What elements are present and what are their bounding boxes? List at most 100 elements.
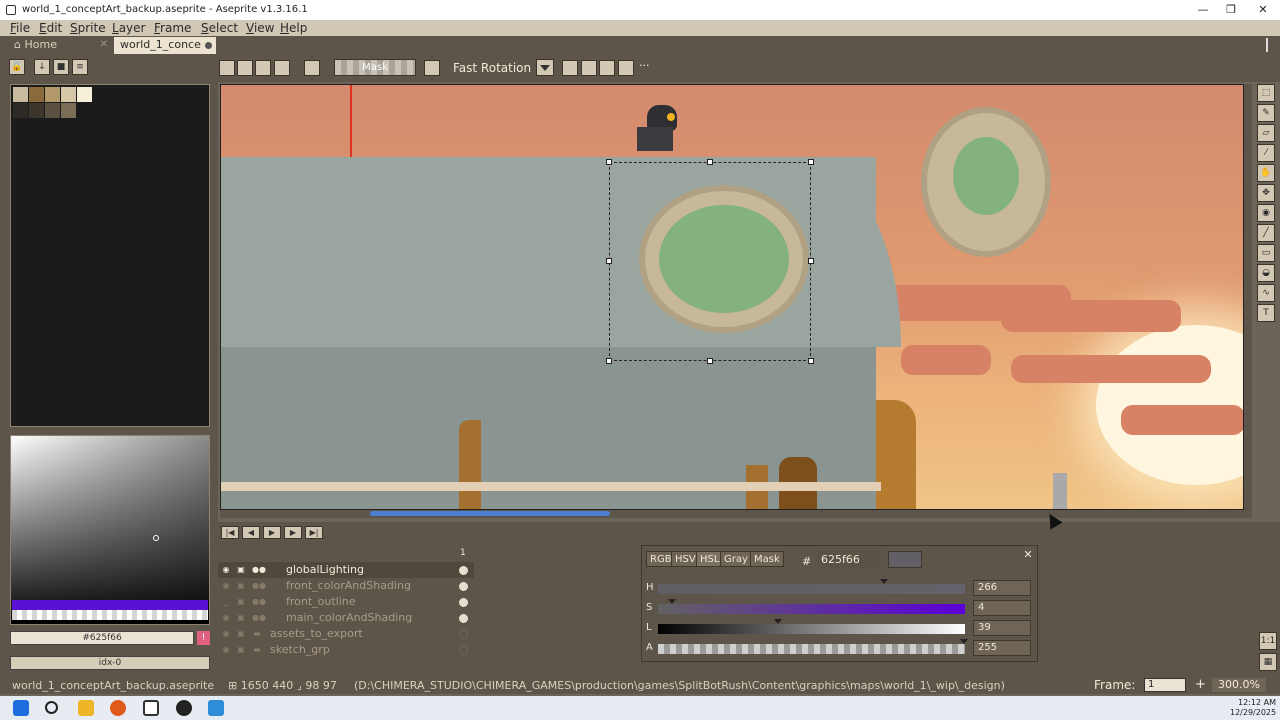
cel-dot[interactable] xyxy=(459,614,468,623)
cel-dot[interactable] xyxy=(459,566,468,575)
lock-icon[interactable]: ▣ xyxy=(236,581,246,591)
preview-icon[interactable]: ▦ xyxy=(1259,653,1277,671)
minimize-button[interactable]: — xyxy=(1188,2,1218,18)
menu-edit[interactable]: Edit xyxy=(39,21,62,35)
continuous-icon[interactable]: ●● xyxy=(252,565,266,575)
palette-swatch[interactable] xyxy=(45,103,60,118)
pencil-tool-icon[interactable]: ✎ xyxy=(1257,104,1275,122)
transform-handle[interactable] xyxy=(606,159,612,165)
lightness-value[interactable]: 39 xyxy=(973,620,1031,636)
menu-view[interactable]: View xyxy=(246,21,274,35)
rotation-dropdown[interactable] xyxy=(536,59,554,76)
layer-name[interactable]: front_colorAndShading xyxy=(286,579,411,592)
menu-help[interactable]: Help xyxy=(280,21,307,35)
layer-row[interactable]: ◉ ▣ ●● globalLighting xyxy=(218,562,474,578)
tab-home[interactable]: ⌂ Home ✕ xyxy=(8,37,112,54)
cel-empty[interactable] xyxy=(459,646,468,655)
selection-marquee[interactable] xyxy=(609,162,811,361)
davinci-icon[interactable] xyxy=(176,700,192,716)
lightness-slider[interactable] xyxy=(658,624,965,634)
alpha-value[interactable]: 255 xyxy=(973,640,1031,656)
line-tool-icon[interactable]: ╱ xyxy=(1257,224,1275,242)
slider-thumb[interactable] xyxy=(668,599,676,604)
hand-tool-icon[interactable]: ✋ xyxy=(1257,164,1275,182)
fill-tool-icon[interactable]: ◉ xyxy=(1257,204,1275,222)
move-tool-icon[interactable]: ✥ xyxy=(1257,184,1275,202)
photos-icon[interactable] xyxy=(208,700,224,716)
layer-name[interactable]: front_outline xyxy=(286,595,356,608)
close-icon[interactable]: ✕ xyxy=(1022,548,1034,561)
palette-menu-icon[interactable]: ≡ xyxy=(72,59,88,75)
firefox-icon[interactable] xyxy=(110,700,126,716)
pivot-icon[interactable] xyxy=(424,60,440,76)
tab-close-icon[interactable]: ✕ xyxy=(100,39,108,50)
cel-dot[interactable] xyxy=(459,582,468,591)
eye-icon[interactable]: ◉ xyxy=(221,645,231,655)
slider-thumb[interactable] xyxy=(960,639,968,644)
blur-tool-icon[interactable]: ∿ xyxy=(1257,284,1275,302)
text-tool-icon[interactable]: T xyxy=(1257,304,1275,322)
drop-icon[interactable] xyxy=(599,60,615,76)
transform-handle[interactable] xyxy=(808,258,814,264)
lock-icon[interactable]: ▣ xyxy=(236,565,246,575)
eye-icon[interactable]: ◉ xyxy=(221,565,231,575)
lock-icon[interactable]: ▣ xyxy=(236,629,246,639)
prev-frame-icon[interactable]: ◀ xyxy=(242,526,260,539)
layer-row[interactable]: ◉ ▣ ●● front_colorAndShading xyxy=(218,578,474,594)
select-subtract-icon[interactable] xyxy=(255,60,271,76)
lock-icon[interactable]: ▣ xyxy=(236,613,246,623)
palette-swatch[interactable] xyxy=(29,103,44,118)
alpha-slider[interactable] xyxy=(658,644,965,654)
hue-slider[interactable] xyxy=(658,584,965,594)
select-intersect-icon[interactable] xyxy=(274,60,290,76)
select-add-icon[interactable] xyxy=(237,60,253,76)
eyedropper-tool-icon[interactable]: ⁄ xyxy=(1257,144,1275,162)
marquee-tool-icon[interactable]: ⬚ xyxy=(1257,84,1275,102)
transparent-color-icon[interactable] xyxy=(304,60,320,76)
palette-swatch[interactable] xyxy=(61,103,76,118)
tab-overflow-handle[interactable] xyxy=(1266,38,1274,52)
select-replace-icon[interactable] xyxy=(219,60,235,76)
palette-swatch[interactable] xyxy=(61,87,76,102)
layer-row[interactable]: ◉ ▣ ●● main_colorAndShading xyxy=(218,610,474,626)
hue-value[interactable]: 266 xyxy=(973,580,1031,596)
eraser-tool-icon[interactable]: ▱ xyxy=(1257,124,1275,142)
sprite-canvas[interactable] xyxy=(220,84,1244,510)
more-options-icon[interactable]: ··· xyxy=(639,59,650,72)
menu-sprite[interactable]: Sprite xyxy=(70,21,106,35)
contour-tool-icon[interactable]: ◒ xyxy=(1257,264,1275,282)
hue-bar[interactable] xyxy=(12,600,208,610)
align-icon[interactable] xyxy=(562,60,578,76)
layer-row[interactable]: ‿ ▣ ●● front_outline xyxy=(218,594,474,610)
hex-input[interactable]: 625f66 xyxy=(817,551,881,568)
next-frame-icon[interactable]: ▶ xyxy=(284,526,302,539)
vertical-scrollbar[interactable] xyxy=(1244,84,1252,512)
play-icon[interactable]: ▶ xyxy=(263,526,281,539)
layer-name[interactable]: sketch_grp xyxy=(270,643,330,656)
color-hex-field[interactable]: #625f66 xyxy=(10,631,194,645)
continuous-icon[interactable]: ●● xyxy=(252,597,266,607)
cel-dot[interactable] xyxy=(459,598,468,607)
layer-name[interactable]: assets_to_export xyxy=(270,627,363,640)
zoom-level[interactable]: 300.0% xyxy=(1212,678,1266,692)
transform-handle[interactable] xyxy=(808,159,814,165)
slider-thumb[interactable] xyxy=(880,579,888,584)
palette-options-down-icon[interactable]: ↓ xyxy=(34,59,50,75)
frame-header[interactable]: 1 xyxy=(460,548,466,558)
windows-start-icon[interactable] xyxy=(13,700,29,716)
spectrum-cursor[interactable] xyxy=(153,535,159,541)
rotation-algorithm-label[interactable]: Fast Rotation xyxy=(453,61,531,75)
color-spectrum[interactable] xyxy=(10,435,210,625)
last-frame-icon[interactable]: ▶| xyxy=(305,526,323,539)
palette-square-icon[interactable]: ■ xyxy=(53,59,69,75)
tab-world-1[interactable]: world_1_conce xyxy=(114,37,216,54)
palette-swatch[interactable] xyxy=(13,87,28,102)
folder-icon[interactable]: ▬ xyxy=(252,645,262,655)
lock-palette-icon[interactable]: 🔒 xyxy=(9,59,25,75)
aseprite-taskbar-icon[interactable] xyxy=(143,700,159,716)
mode-gray-button[interactable]: Gray xyxy=(720,551,752,567)
maximize-button[interactable]: ❐ xyxy=(1216,2,1246,18)
mode-mask-button[interactable]: Mask xyxy=(750,551,784,567)
transform-handle[interactable] xyxy=(606,258,612,264)
file-explorer-icon[interactable] xyxy=(78,700,94,716)
